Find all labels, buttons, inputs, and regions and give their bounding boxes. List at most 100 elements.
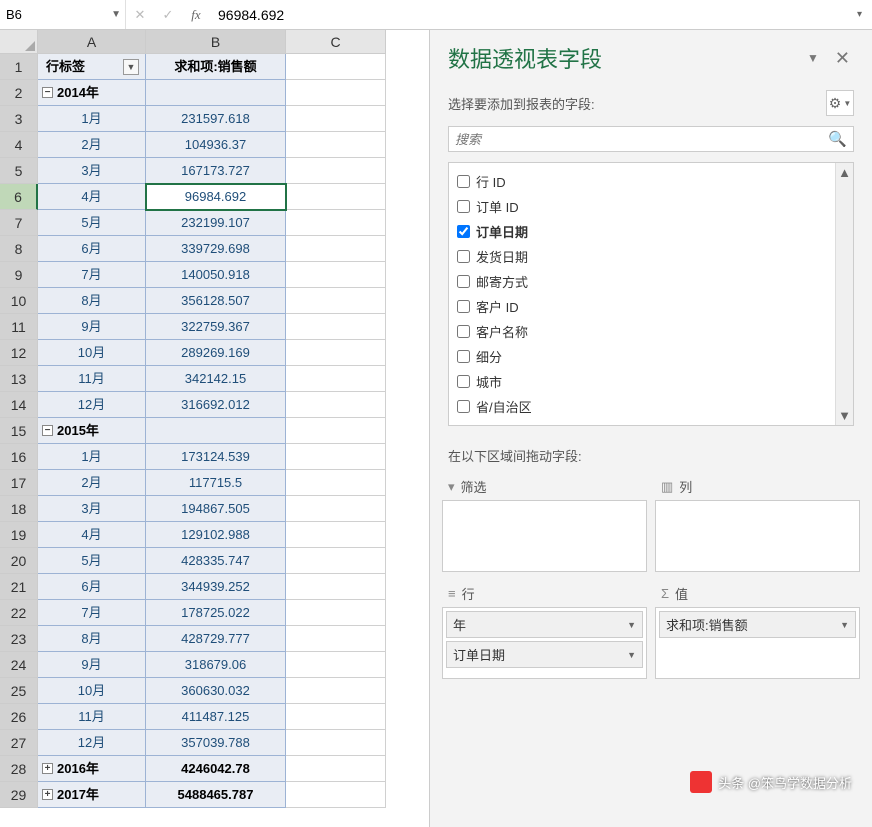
cell-b[interactable]: 167173.727 <box>146 158 286 184</box>
row-header[interactable]: 13 <box>0 366 38 392</box>
cell-b[interactable]: 117715.5 <box>146 470 286 496</box>
cell-b[interactable]: 339729.698 <box>146 236 286 262</box>
area-filter[interactable]: ▾筛选 <box>442 473 647 572</box>
panel-options-icon[interactable]: ▼ <box>795 51 831 65</box>
cell-a[interactable]: 12月 <box>38 730 146 756</box>
row-header[interactable]: 29 <box>0 782 38 808</box>
cell-a[interactable]: 10月 <box>38 340 146 366</box>
field-item[interactable]: 省/自治区 <box>457 394 827 419</box>
cell-c[interactable] <box>286 392 386 418</box>
cell-c[interactable] <box>286 470 386 496</box>
field-checkbox[interactable] <box>457 350 470 363</box>
expand-icon[interactable]: + <box>42 789 53 800</box>
field-checkbox[interactable] <box>457 200 470 213</box>
row-header[interactable]: 17 <box>0 470 38 496</box>
cell-b[interactable]: 316692.012 <box>146 392 286 418</box>
row-header[interactable]: 14 <box>0 392 38 418</box>
cell-c[interactable] <box>286 288 386 314</box>
cell-a[interactable]: −2015年 <box>38 418 146 444</box>
name-box[interactable]: ▼ <box>0 0 126 29</box>
expand-icon[interactable]: + <box>42 763 53 774</box>
cell-a[interactable]: 9月 <box>38 652 146 678</box>
cell-b[interactable]: 173124.539 <box>146 444 286 470</box>
row-header[interactable]: 22 <box>0 600 38 626</box>
row-header[interactable]: 19 <box>0 522 38 548</box>
cell-b[interactable]: 104936.37 <box>146 132 286 158</box>
row-header[interactable]: 3 <box>0 106 38 132</box>
cell-b[interactable]: 194867.505 <box>146 496 286 522</box>
cell-b[interactable]: 129102.988 <box>146 522 286 548</box>
row-header[interactable]: 18 <box>0 496 38 522</box>
cell-a[interactable]: 6月 <box>38 236 146 262</box>
formula-expand-icon[interactable]: ▾ <box>847 9 872 20</box>
cell-a[interactable]: 行标签▼ <box>38 54 146 80</box>
collapse-icon[interactable]: − <box>42 87 53 98</box>
cell-c[interactable] <box>286 756 386 782</box>
row-header[interactable]: 23 <box>0 626 38 652</box>
area-columns[interactable]: ▥列 <box>655 473 860 572</box>
field-item[interactable]: 订单日期 <box>457 219 827 244</box>
cell-a[interactable]: 5月 <box>38 210 146 236</box>
fx-icon[interactable]: fx <box>182 7 210 23</box>
cell-b[interactable]: 232199.107 <box>146 210 286 236</box>
cell-b[interactable]: 356128.507 <box>146 288 286 314</box>
cell-c[interactable] <box>286 106 386 132</box>
cell-a[interactable]: 7月 <box>38 600 146 626</box>
cell-b[interactable]: 428335.747 <box>146 548 286 574</box>
cell-a[interactable]: 1月 <box>38 444 146 470</box>
area-values[interactable]: Σ值 求和项:销售额▼ <box>655 580 860 679</box>
fields-scrollbar[interactable]: ▲ ▼ <box>835 163 853 425</box>
area-item[interactable]: 年▼ <box>446 611 643 638</box>
field-item[interactable]: 客户名称 <box>457 319 827 344</box>
row-header[interactable]: 7 <box>0 210 38 236</box>
gear-icon[interactable]: ⚙▼ <box>826 90 854 116</box>
row-header[interactable]: 11 <box>0 314 38 340</box>
cell-c[interactable] <box>286 132 386 158</box>
cell-a[interactable]: 4月 <box>38 184 146 210</box>
row-header[interactable]: 21 <box>0 574 38 600</box>
field-checkbox[interactable] <box>457 375 470 388</box>
row-header[interactable]: 4 <box>0 132 38 158</box>
cell-c[interactable] <box>286 418 386 444</box>
cell-b[interactable]: 360630.032 <box>146 678 286 704</box>
cell-a[interactable]: 3月 <box>38 158 146 184</box>
cell-c[interactable] <box>286 210 386 236</box>
row-header[interactable]: 8 <box>0 236 38 262</box>
cell-a[interactable]: 4月 <box>38 522 146 548</box>
field-checkbox[interactable] <box>457 300 470 313</box>
column-header-b[interactable]: B <box>146 30 286 54</box>
area-rows[interactable]: ≡行 年▼订单日期▼ <box>442 580 647 679</box>
cell-a[interactable]: 11月 <box>38 366 146 392</box>
cell-reference-input[interactable] <box>4 5 94 24</box>
cell-c[interactable] <box>286 444 386 470</box>
cell-b[interactable]: 411487.125 <box>146 704 286 730</box>
cell-c[interactable] <box>286 80 386 106</box>
collapse-icon[interactable]: − <box>42 425 53 436</box>
cell-c[interactable] <box>286 548 386 574</box>
row-header[interactable]: 5 <box>0 158 38 184</box>
field-checkbox[interactable] <box>457 400 470 413</box>
chevron-down-icon[interactable]: ▼ <box>840 620 849 630</box>
row-header[interactable]: 25 <box>0 678 38 704</box>
cell-b[interactable]: 428729.777 <box>146 626 286 652</box>
cell-c[interactable] <box>286 522 386 548</box>
cell-a[interactable]: 12月 <box>38 392 146 418</box>
cell-a[interactable]: 6月 <box>38 574 146 600</box>
field-checkbox[interactable] <box>457 175 470 188</box>
row-header[interactable]: 26 <box>0 704 38 730</box>
cell-b[interactable]: 344939.252 <box>146 574 286 600</box>
cell-b[interactable]: 5488465.787 <box>146 782 286 808</box>
filter-dropdown-icon[interactable]: ▼ <box>123 59 139 75</box>
cell-b[interactable]: 342142.15 <box>146 366 286 392</box>
cell-b[interactable]: 289269.169 <box>146 340 286 366</box>
row-header[interactable]: 9 <box>0 262 38 288</box>
cell-a[interactable]: +2016年 <box>38 756 146 782</box>
field-checkbox[interactable] <box>457 325 470 338</box>
row-header[interactable]: 6 <box>0 184 38 210</box>
cell-c[interactable] <box>286 782 386 808</box>
chevron-down-icon[interactable]: ▼ <box>627 620 636 630</box>
cell-c[interactable] <box>286 496 386 522</box>
cell-c[interactable] <box>286 158 386 184</box>
column-header-c[interactable]: C <box>286 30 386 54</box>
row-header[interactable]: 27 <box>0 730 38 756</box>
